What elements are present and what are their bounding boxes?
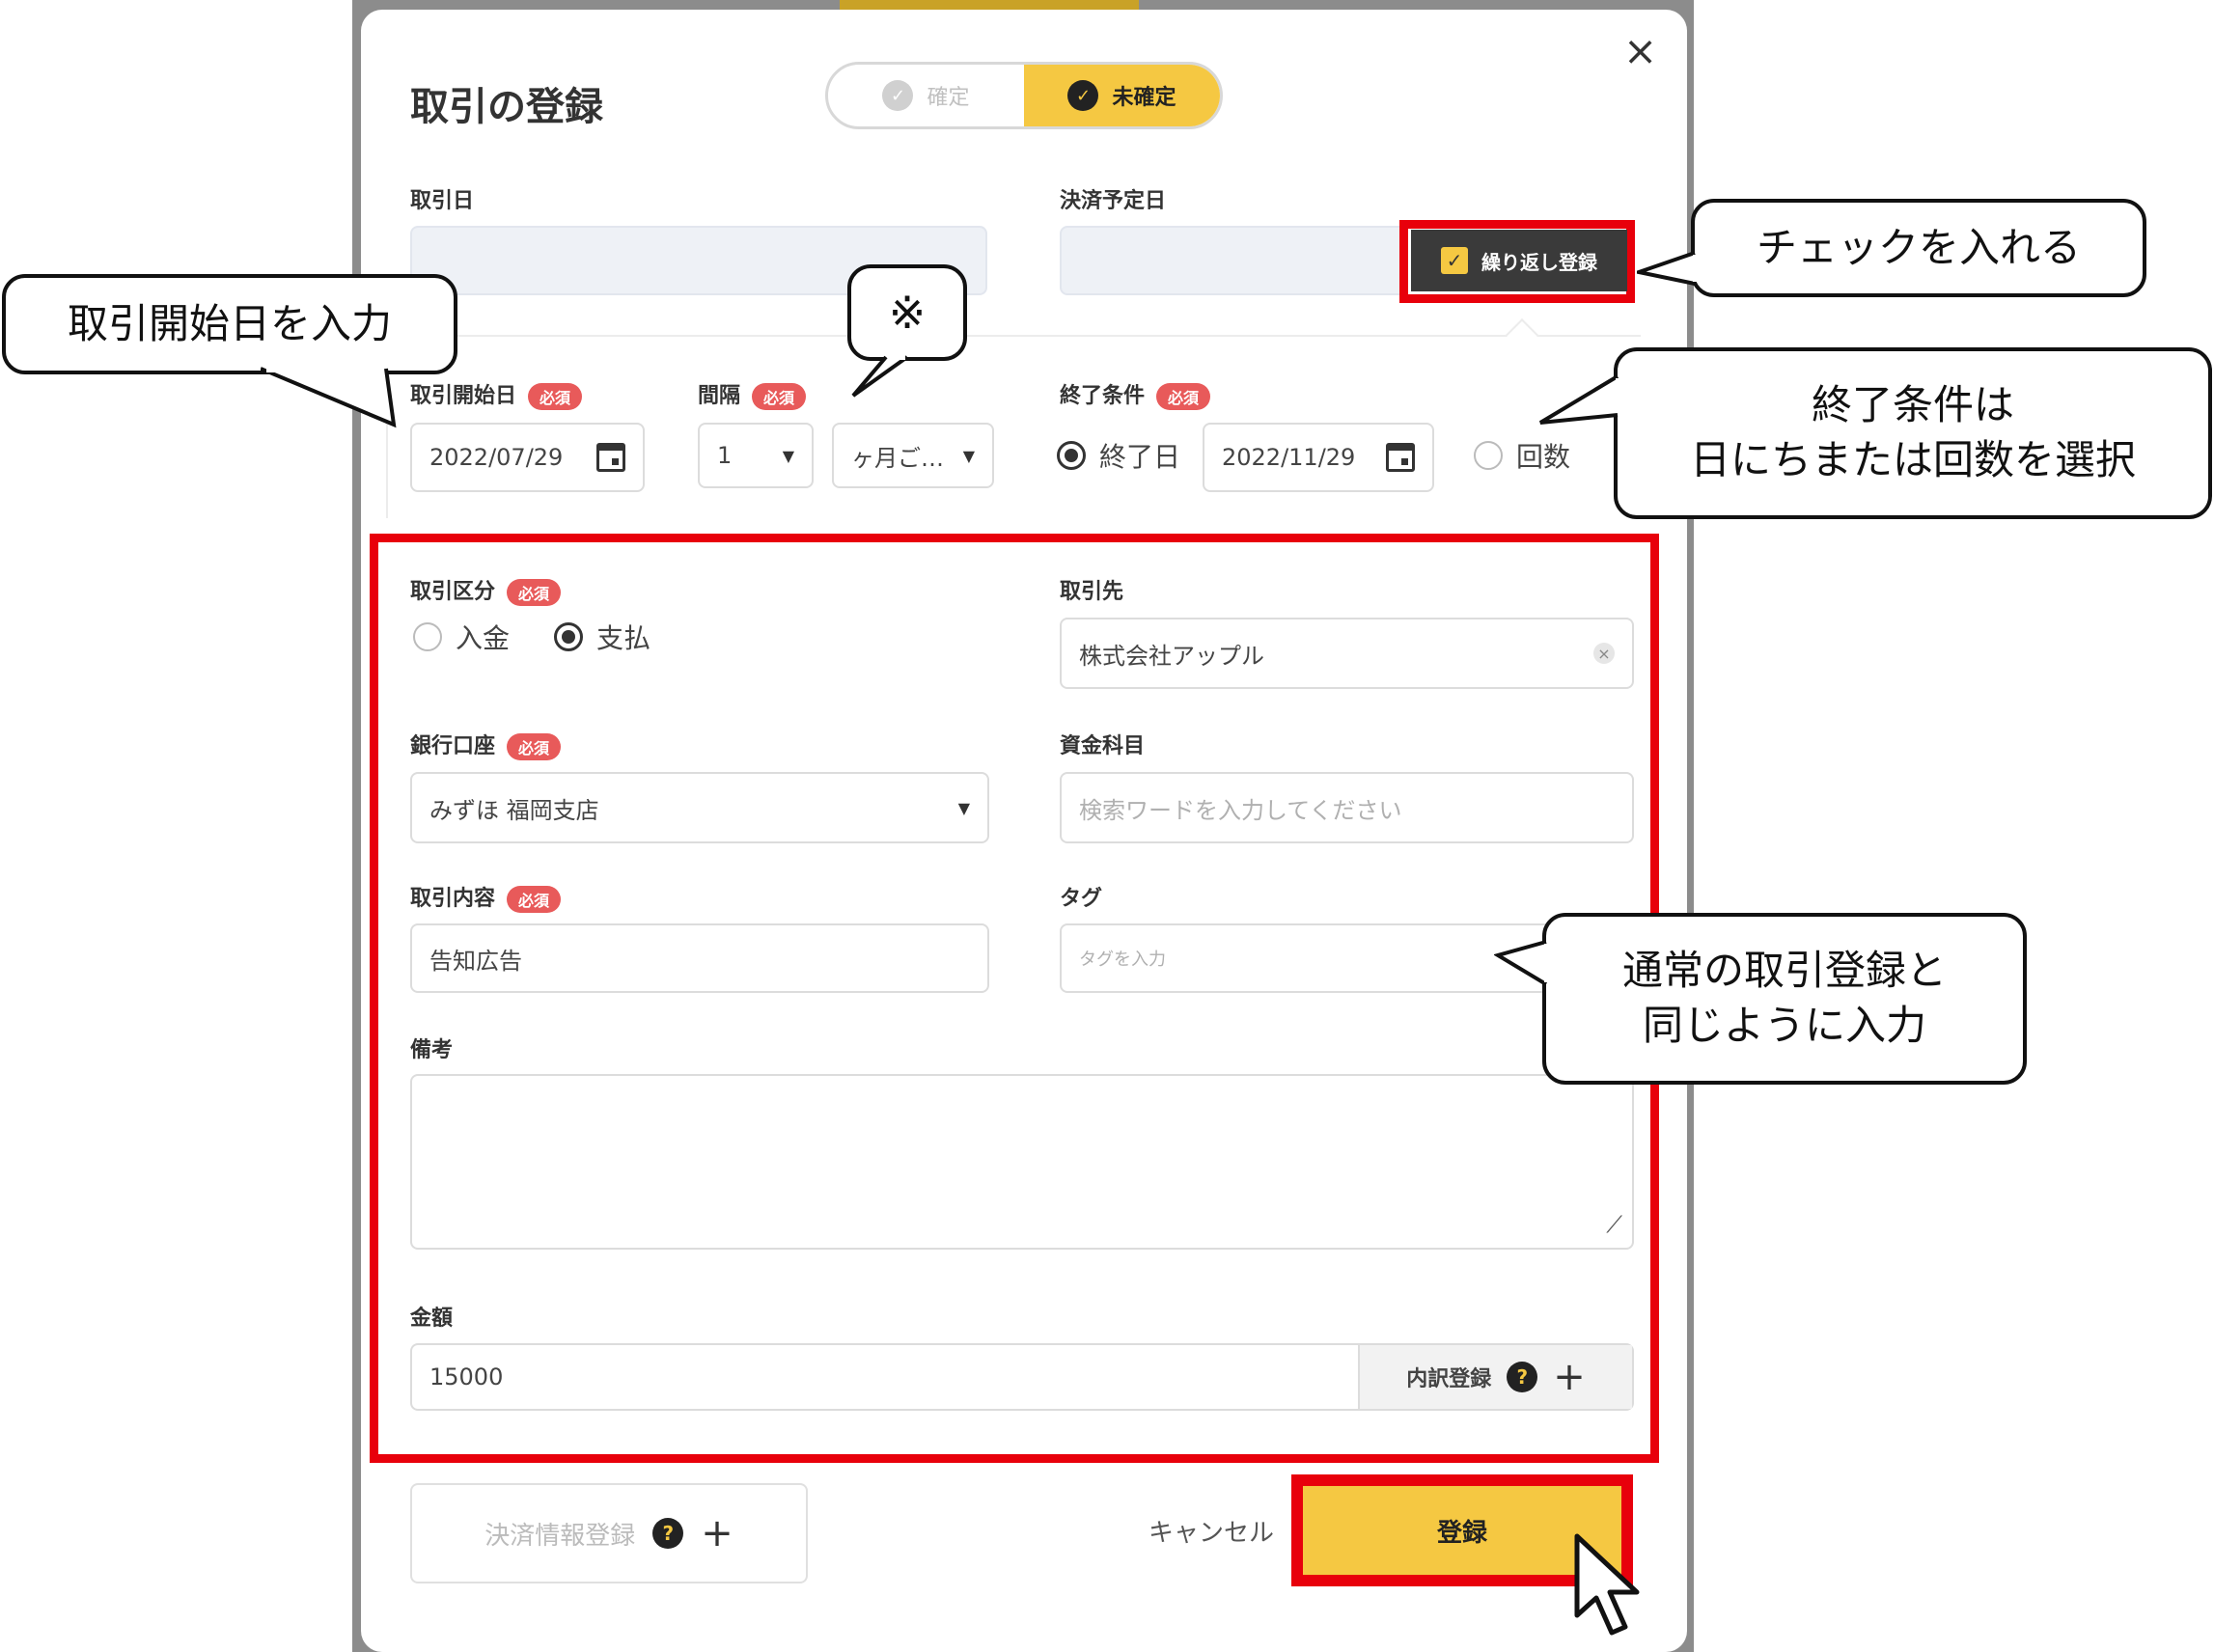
end-option-date-label: 終了日 [1099,441,1181,473]
toggle-confirmed-label: 確定 [927,86,970,110]
end-condition-label: 終了条件 必須 [1060,378,1211,410]
callout-end-line2: 日にちまたは回数を選択 [1689,436,2136,483]
transaction-date-label: 取引日 [410,189,475,213]
toggle-unconfirmed-label: 未確定 [1112,86,1176,110]
chevron-down-icon: ▼ [962,446,975,465]
end-date-value: 2022/11/29 [1222,444,1356,471]
required-badge: 必須 [507,886,562,913]
settlement-info-label: 決済情報登録 [484,1521,636,1551]
partner-label: 取引先 [1060,580,1124,604]
end-date-input[interactable]: 2022/11/29 [1203,423,1434,492]
callout-check: チェックを入れる [1691,199,2146,297]
bank-account-select[interactable]: みずほ 福岡支店 ▼ [410,772,989,843]
help-icon[interactable]: ? [1507,1362,1538,1392]
content-input[interactable]: 告知広告 [410,923,989,993]
amount-input[interactable]: 15000 [412,1363,1358,1390]
repeat-register-checkbox[interactable]: ✓ 繰り返し登録 [1411,230,1627,291]
kind-payment-radio[interactable]: 支払 [554,618,650,656]
callout-end-line1: 終了条件は [1811,381,2014,429]
required-badge: 必須 [507,579,562,606]
required-badge: 必須 [528,383,583,410]
calendar-icon[interactable] [596,443,625,472]
mouse-cursor-icon [1574,1533,1640,1636]
note-textarea[interactable]: ⟋ [410,1074,1634,1250]
required-badge: 必須 [507,733,562,760]
help-icon[interactable]: ? [652,1518,684,1549]
kind-income-label: 入金 [456,622,511,654]
callout-tail [261,367,397,428]
status-toggle[interactable]: ✓ 確定 ✓ 未確定 [825,62,1223,129]
bank-account-label: 銀行口座 必須 [410,729,562,760]
amount-group: 15000 内訳登録 ? + [410,1343,1634,1411]
radio-icon [413,622,442,651]
callout-normal-line2: 同じように入力 [1642,1002,1926,1049]
clear-icon[interactable]: × [1593,643,1615,664]
start-date-value: 2022/07/29 [429,444,564,471]
interval-value: 1 [717,442,733,469]
content-label: 取引内容 必須 [410,881,562,913]
kind-payment-label: 支払 [596,622,651,654]
transaction-kind-label: 取引区分 必須 [410,574,562,606]
settlement-info-button[interactable]: 決済情報登録 ? + [410,1483,808,1583]
bank-account-value: みずほ 福岡支店 [429,796,599,824]
kind-income-radio[interactable]: 入金 [413,618,510,656]
interval-unit-value: ヶ月ご… [851,444,944,472]
start-date-input[interactable]: 2022/07/29 [410,423,645,492]
close-icon[interactable]: × [1623,31,1657,71]
settlement-date-label: 決済予定日 [1060,189,1167,213]
note-label: 備考 [410,1038,454,1062]
radio-selected-icon [1057,441,1086,470]
checkbox-checked-icon: ✓ [1441,247,1468,274]
check-circle-icon: ✓ [1067,80,1099,111]
tag-placeholder: タグを入力 [1079,950,1166,970]
callout-normal-line1: 通常の取引登録と [1621,947,1947,995]
callout-tail [1637,251,1697,286]
background-accent [840,0,1139,10]
chevron-down-icon: ▼ [957,798,970,817]
partner-value: 株式会社アップル [1079,642,1264,670]
radio-selected-icon [554,622,583,651]
end-option-count-label: 回数 [1516,441,1571,473]
breakdown-button[interactable]: 内訳登録 ? + [1358,1345,1632,1409]
end-option-date[interactable]: 終了日 [1057,436,1180,475]
callout-tail [1538,374,1619,425]
callout-tail [1494,940,1548,986]
content-value: 告知広告 [429,947,522,975]
interval-select[interactable]: 1 ▼ [698,423,814,488]
calendar-icon[interactable] [1386,443,1415,472]
callout-tail [851,353,909,398]
required-badge: 必須 [752,383,807,410]
callout-end-condition: 終了条件は 日にちまたは回数を選択 [1614,347,2212,519]
cancel-button[interactable]: キャンセル [1149,1513,1274,1549]
interval-label: 間隔 必須 [698,378,807,410]
fund-item-label: 資金科目 [1060,734,1146,758]
repeat-register-label: 繰り返し登録 [1481,250,1597,274]
interval-unit-select[interactable]: ヶ月ご… ▼ [832,423,994,488]
end-option-count[interactable]: 回数 [1474,436,1570,475]
partner-input[interactable]: 株式会社アップル × [1060,618,1634,689]
toggle-unconfirmed[interactable]: ✓ 未確定 [1024,65,1220,126]
toggle-confirmed[interactable]: ✓ 確定 [828,65,1024,126]
radio-icon [1474,441,1503,470]
amount-label: 金額 [410,1307,454,1331]
dialog-title: 取引の登録 [410,85,603,129]
resize-handle-icon[interactable]: ⟋ [1606,1211,1622,1238]
repeat-section-divider [386,335,1641,337]
fund-item-input[interactable]: 検索ワードを入力してください [1060,772,1634,843]
required-badge: 必須 [1156,383,1211,410]
plus-icon: + [701,1511,733,1556]
callout-note-mark: ※ [847,264,967,361]
breakdown-label: 内訳登録 [1406,1367,1492,1391]
settlement-date-input[interactable] [1060,226,1407,295]
chevron-down-icon: ▼ [782,446,794,465]
callout-normal-input: 通常の取引登録と 同じように入力 [1542,913,2027,1085]
check-circle-icon: ✓ [882,80,914,111]
plus-icon: + [1553,1355,1586,1399]
fund-item-placeholder: 検索ワードを入力してください [1079,796,1402,824]
callout-start-date: 取引開始日を入力 [2,274,457,374]
start-date-label: 取引開始日 必須 [410,378,583,410]
tag-label: タグ [1060,887,1103,911]
